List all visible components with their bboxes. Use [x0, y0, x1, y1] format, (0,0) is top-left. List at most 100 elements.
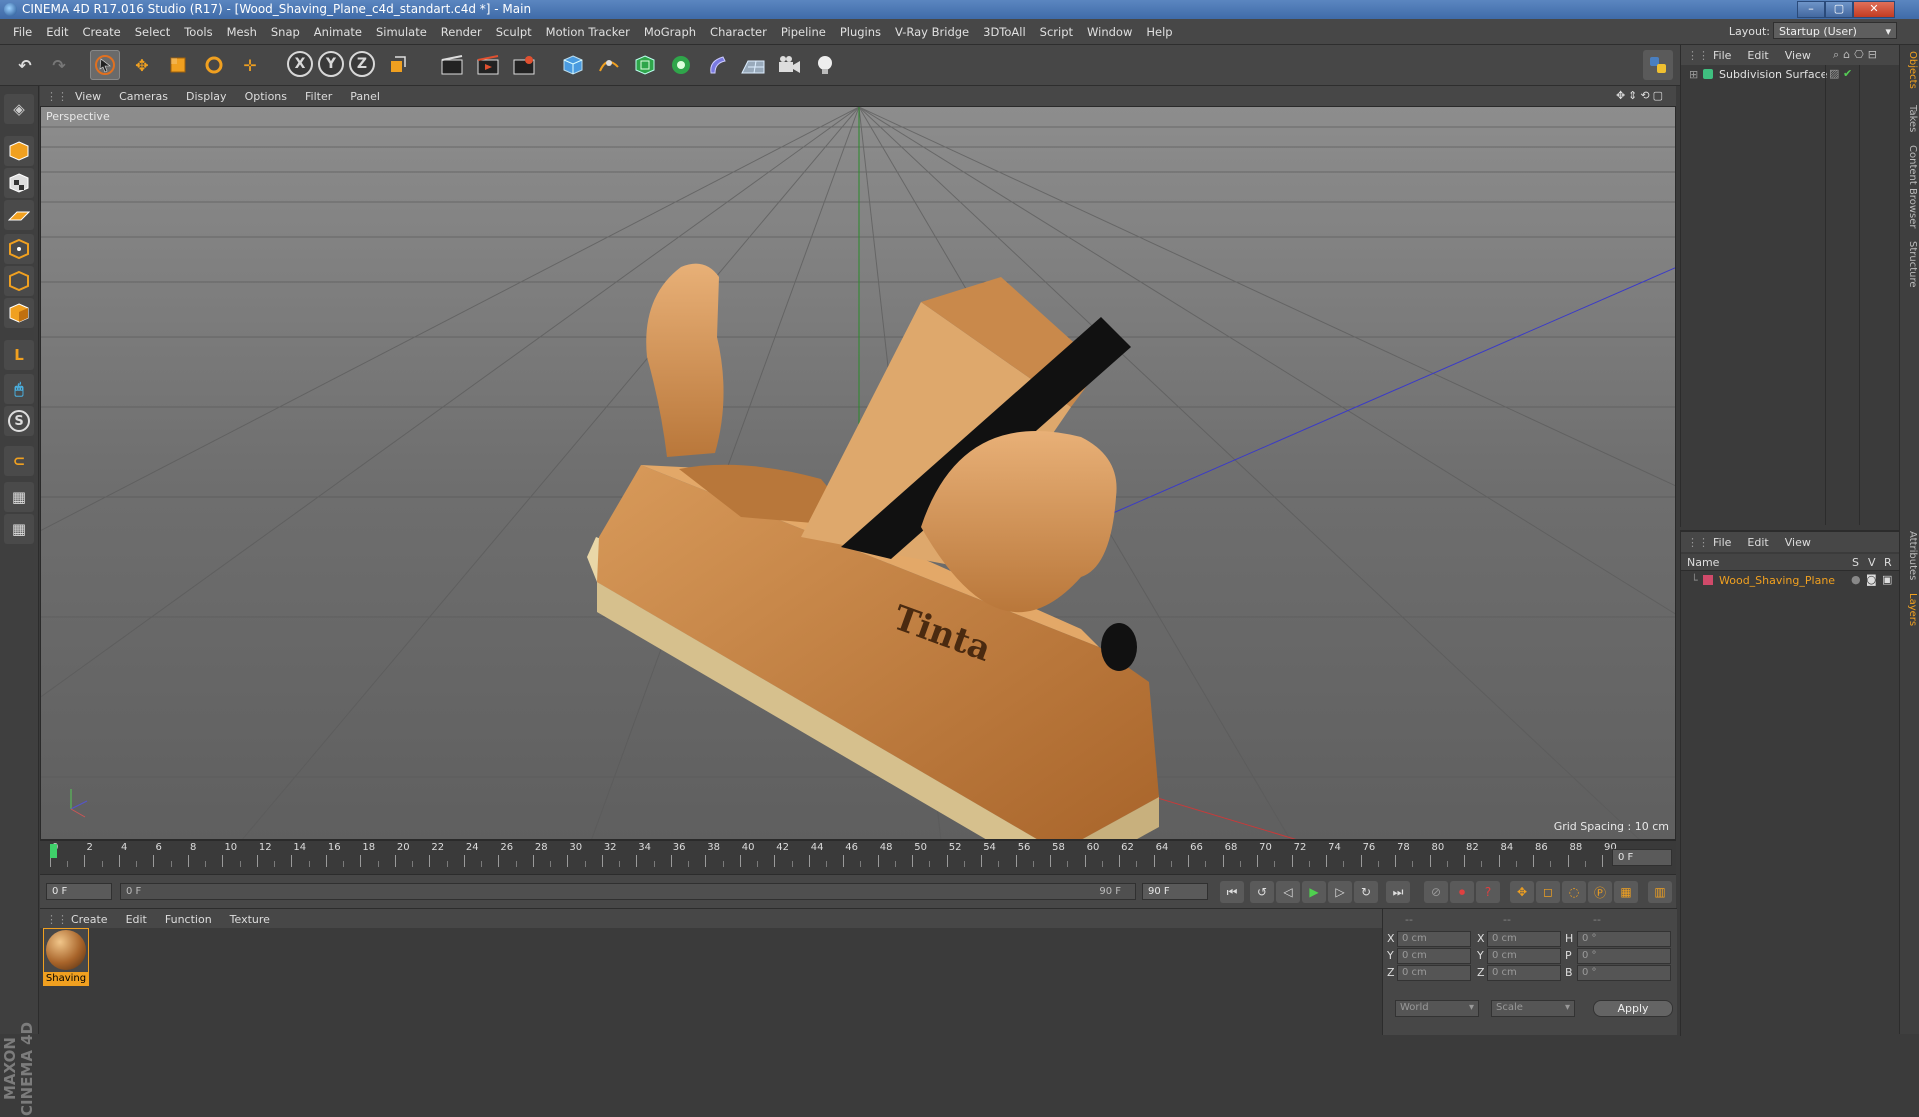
workplane-align-button[interactable]: ▦	[4, 514, 34, 544]
play-button[interactable]: ▶	[1302, 881, 1326, 903]
tab-attributes[interactable]: Attributes	[1902, 531, 1918, 580]
maximize-button[interactable]: ▢	[1825, 1, 1853, 18]
key-position-button[interactable]: ✥	[1510, 881, 1534, 903]
add-array-button[interactable]	[666, 50, 696, 80]
rotation-field[interactable]: 0 °	[1577, 948, 1671, 964]
menu-animate[interactable]: Animate	[307, 25, 369, 39]
polygons-mode-button[interactable]	[4, 298, 34, 328]
menu-character[interactable]: Character	[703, 25, 774, 39]
key-rotation-button[interactable]: ◌	[1562, 881, 1586, 903]
add-camera-button[interactable]	[774, 50, 804, 80]
render-toggle-icon[interactable]: ▣	[1882, 573, 1892, 586]
menu-plugins[interactable]: Plugins	[833, 25, 888, 39]
go-to-end-button[interactable]: ⏭	[1386, 881, 1410, 903]
menu-window[interactable]: Window	[1080, 25, 1139, 39]
menu-snap[interactable]: Snap	[264, 25, 307, 39]
visibility-eye-icon[interactable]: ◙	[1866, 573, 1877, 586]
previous-key-button[interactable]: ↺	[1250, 881, 1274, 903]
menu-select[interactable]: Select	[128, 25, 177, 39]
add-scene-button[interactable]	[738, 50, 768, 80]
scale-button[interactable]	[163, 50, 193, 80]
layer-menu-file[interactable]: File	[1705, 536, 1739, 549]
object-row[interactable]: ⊞ Subdivision Surface ▨ ✔	[1681, 65, 1900, 85]
frame-range-slider[interactable]: 0 F 90 F	[120, 883, 1136, 900]
viewport-menu-filter[interactable]: Filter	[296, 90, 341, 103]
workplane-lock-button[interactable]: ▦	[4, 482, 34, 512]
tab-content-browser[interactable]: Content Browser	[1902, 145, 1918, 228]
menu-pipeline[interactable]: Pipeline	[774, 25, 833, 39]
viewport-menu-cameras[interactable]: Cameras	[110, 90, 177, 103]
enabled-check-icon[interactable]: ✔	[1843, 67, 1852, 80]
drag-handle-icon[interactable]: ⋮⋮	[46, 90, 68, 103]
menu-tools[interactable]: Tools	[177, 25, 219, 39]
layer-color-swatch[interactable]	[1703, 575, 1713, 585]
keyframe-selection-button[interactable]: ?	[1476, 881, 1500, 903]
object-manager-tool-icons[interactable]: ⌕⌂⎔⊟	[1833, 48, 1881, 62]
add-generator-button[interactable]	[630, 50, 660, 80]
menu-help[interactable]: Help	[1139, 25, 1179, 39]
viewport-nav-icons[interactable]: ✥⇕⟲▢	[1616, 89, 1666, 102]
rotation-field[interactable]: 0 °	[1577, 931, 1671, 947]
viewport-menu-view[interactable]: View	[66, 90, 110, 103]
timeline-ruler[interactable]: 0246810121416182022242628303234363840424…	[40, 840, 1676, 875]
viewport-menu-panel[interactable]: Panel	[341, 90, 389, 103]
tree-expand-icon[interactable]: ⊞	[1689, 68, 1698, 81]
transform-button[interactable]: ✛	[235, 50, 265, 80]
minimize-button[interactable]: –	[1797, 1, 1825, 18]
tab-objects[interactable]: Objects	[1902, 51, 1918, 89]
render-to-picture-viewer-button[interactable]	[473, 50, 503, 80]
object-menu-view[interactable]: View	[1777, 49, 1819, 62]
points-mode-button[interactable]	[4, 234, 34, 264]
menu-sculpt[interactable]: Sculpt	[489, 25, 539, 39]
make-editable-button[interactable]: ◈	[4, 94, 34, 124]
next-frame-button[interactable]: ▷	[1328, 881, 1352, 903]
live-selection-button[interactable]	[90, 50, 120, 80]
texture-mode-button[interactable]	[4, 168, 34, 198]
redo-button[interactable]: ↷	[44, 50, 74, 80]
menu-v-ray-bridge[interactable]: V-Ray Bridge	[888, 25, 976, 39]
apply-button[interactable]: Apply	[1593, 1000, 1673, 1017]
menu-script[interactable]: Script	[1033, 25, 1080, 39]
key-pla-button[interactable]: ▦	[1614, 881, 1638, 903]
menu-edit[interactable]: Edit	[39, 25, 75, 39]
key-scale-button[interactable]: ◻	[1536, 881, 1560, 903]
material-menu-texture[interactable]: Texture	[221, 913, 279, 926]
magnet-button[interactable]: ⊂	[4, 446, 34, 476]
tab-structure[interactable]: Structure	[1902, 241, 1918, 288]
next-key-button[interactable]: ↻	[1354, 881, 1378, 903]
position-field[interactable]: 0 cm	[1397, 948, 1471, 964]
menu-mograph[interactable]: MoGraph	[637, 25, 703, 39]
snap-button[interactable]: S	[4, 406, 34, 436]
close-button[interactable]: ✕	[1853, 1, 1895, 18]
model-mode-button[interactable]	[4, 136, 34, 166]
size-mode-select[interactable]: Scale ▾	[1491, 1000, 1575, 1017]
coordinate-system-button[interactable]	[382, 50, 412, 80]
layer-tag-icon[interactable]: ▨	[1829, 67, 1839, 80]
position-field[interactable]: 0 cm	[1397, 965, 1471, 981]
material-swatch[interactable]: Shaving	[43, 928, 89, 986]
solo-toggle-icon[interactable]: ●	[1851, 573, 1861, 586]
position-field[interactable]: 0 cm	[1397, 931, 1471, 947]
menu-create[interactable]: Create	[76, 25, 128, 39]
tweak-mode-button[interactable]: 🖱	[4, 374, 34, 404]
coord-mode-select[interactable]: World ▾	[1395, 1000, 1479, 1017]
add-spline-button[interactable]	[594, 50, 624, 80]
z-axis-lock-button[interactable]: Z	[349, 51, 375, 77]
menu-3dtoall[interactable]: 3DToAll	[976, 25, 1033, 39]
object-menu-file[interactable]: File	[1705, 49, 1739, 62]
undo-button[interactable]: ↶	[10, 50, 40, 80]
object-menu-edit[interactable]: Edit	[1739, 49, 1776, 62]
start-frame-field[interactable]: 0 F	[46, 883, 112, 900]
size-field[interactable]: 0 cm	[1487, 965, 1561, 981]
size-field[interactable]: 0 cm	[1487, 948, 1561, 964]
add-cube-button[interactable]	[558, 50, 588, 80]
render-settings-button[interactable]	[509, 50, 539, 80]
previous-frame-button[interactable]: ◁	[1276, 881, 1300, 903]
menu-motion-tracker[interactable]: Motion Tracker	[539, 25, 637, 39]
render-view-button[interactable]	[437, 50, 467, 80]
y-axis-lock-button[interactable]: Y	[318, 51, 344, 77]
rotate-button[interactable]	[199, 50, 229, 80]
playhead-marker[interactable]	[50, 844, 57, 858]
layer-row[interactable]: └ Wood_Shaving_Plane ● ◙ ▣	[1681, 572, 1900, 588]
axis-mode-button[interactable]: L	[4, 340, 34, 370]
